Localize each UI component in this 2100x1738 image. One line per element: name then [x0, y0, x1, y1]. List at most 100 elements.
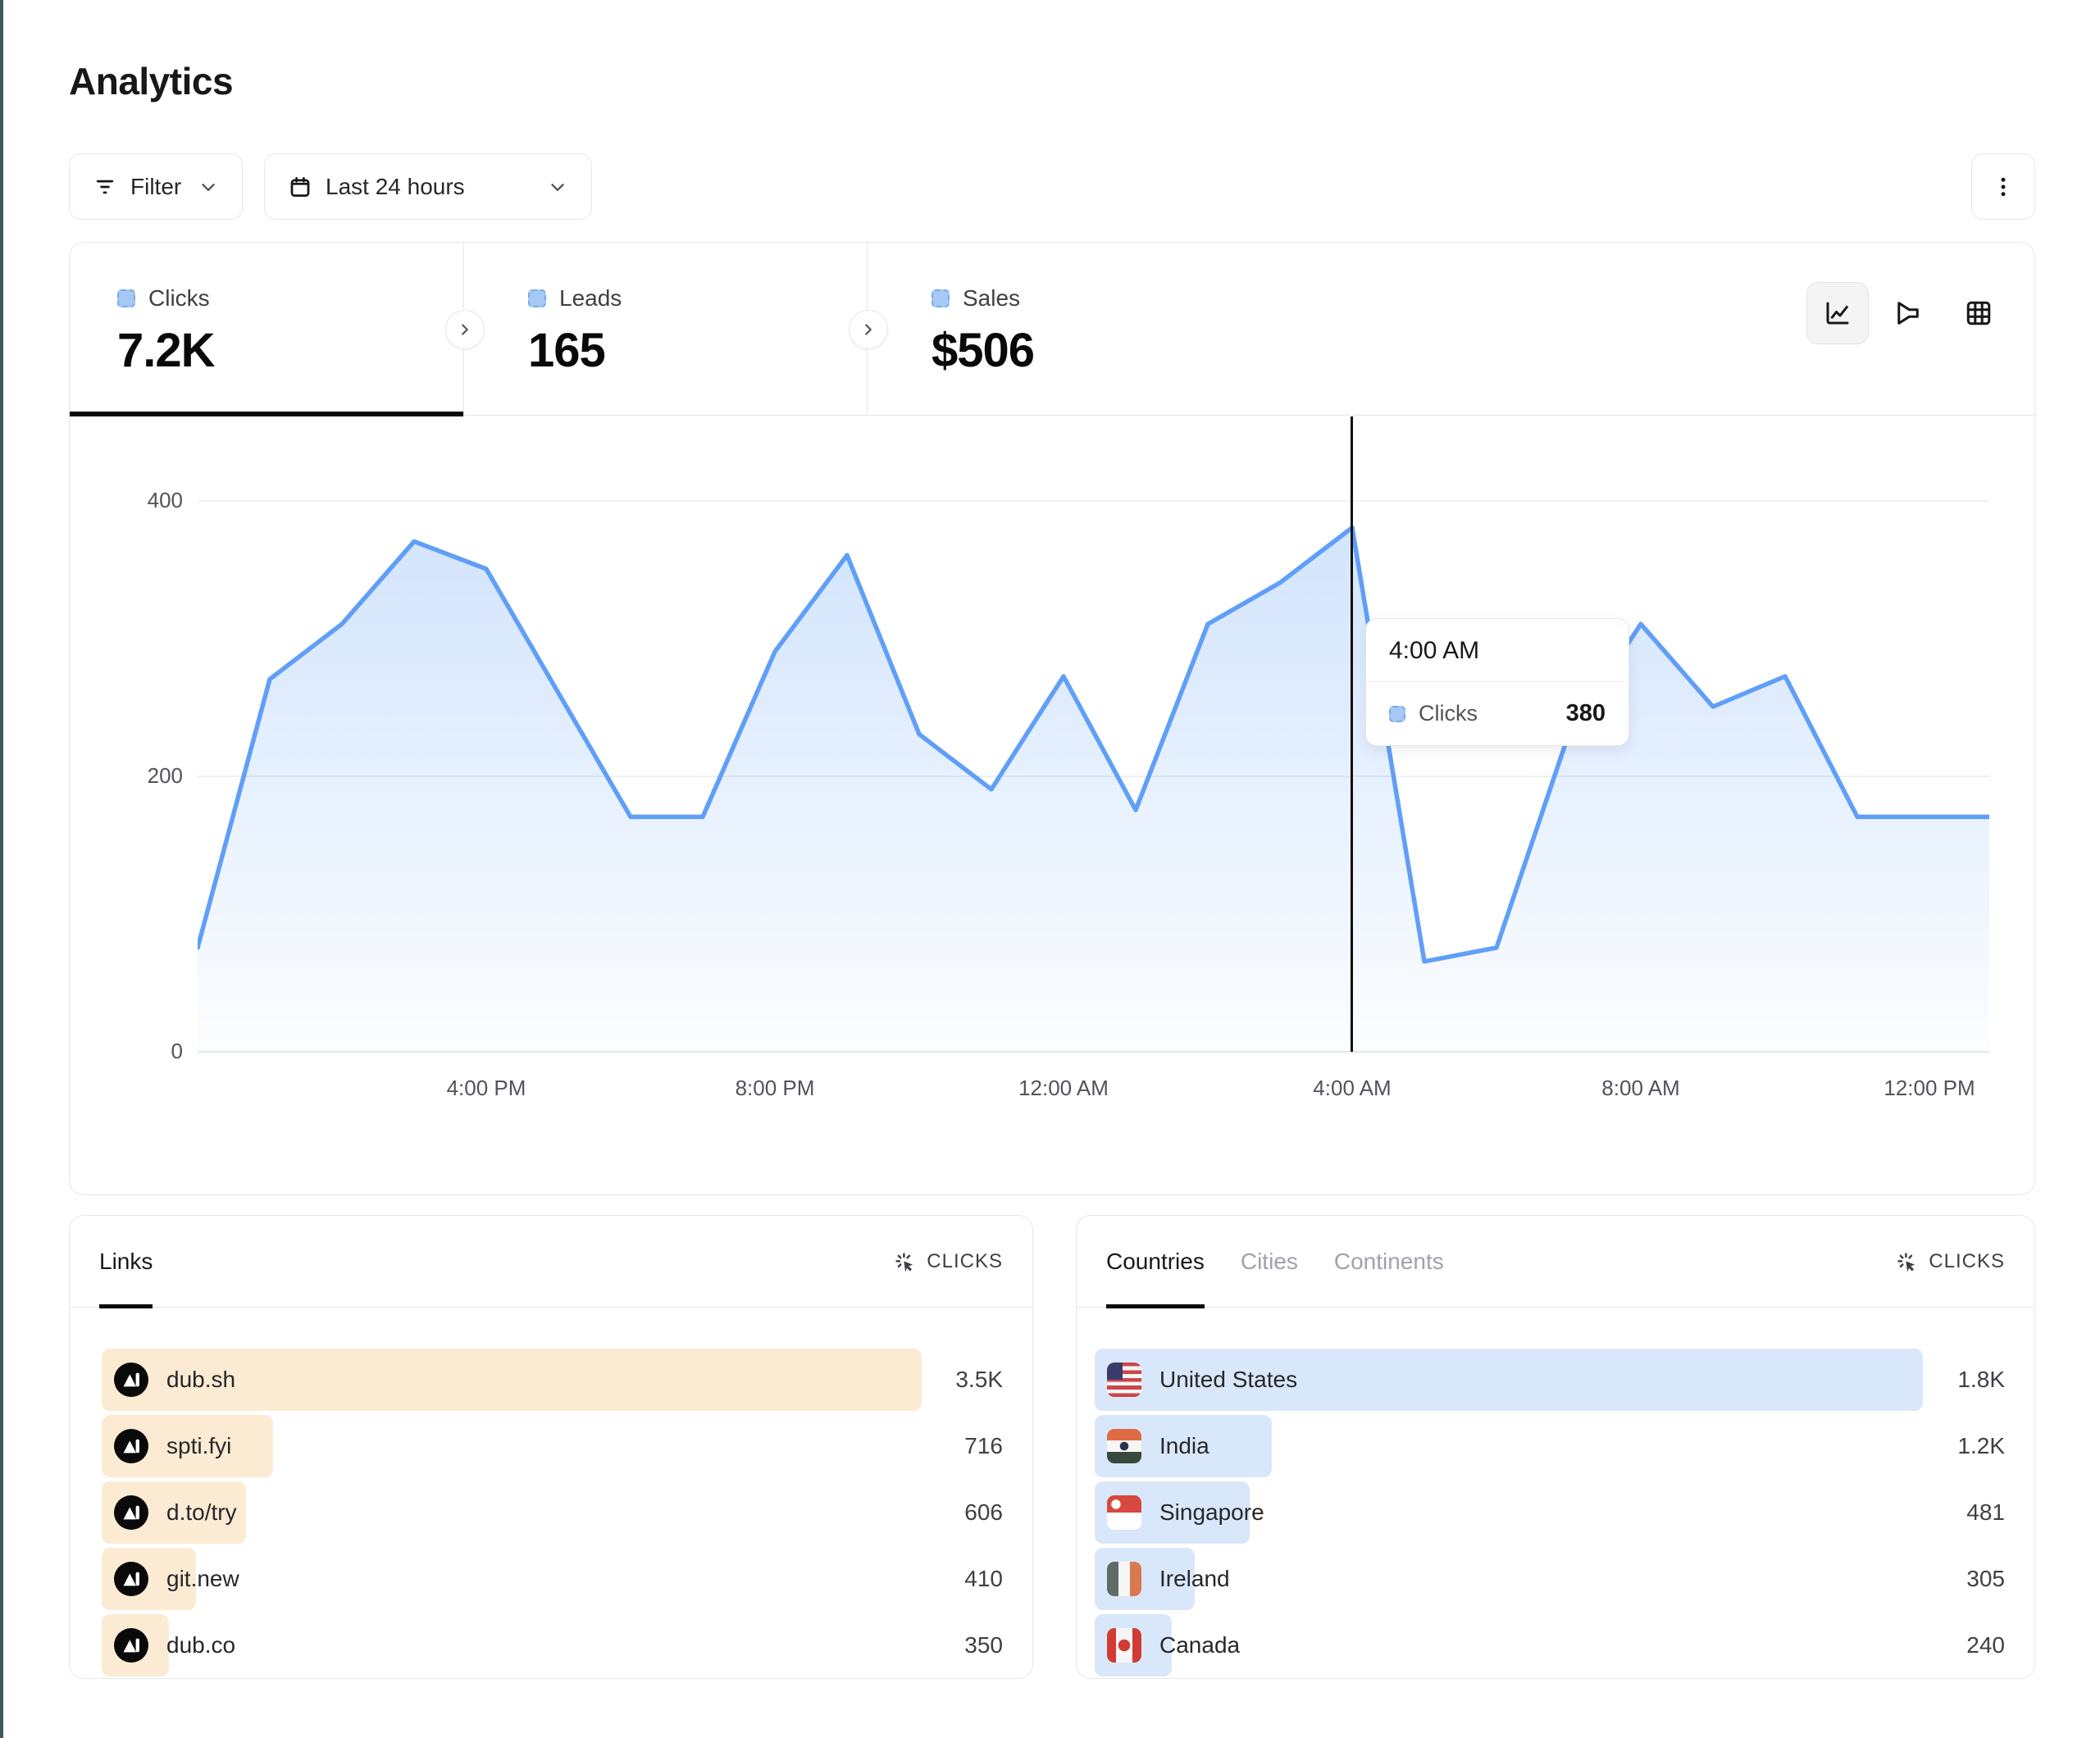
stat-label: Leads — [559, 285, 622, 312]
tab-label: Links — [99, 1249, 153, 1275]
flag-sg-icon — [1107, 1495, 1141, 1530]
line-chart-toggle-button[interactable] — [1806, 282, 1869, 344]
row-value: 350 — [964, 1632, 1003, 1658]
dub-logo-icon — [114, 1363, 148, 1397]
kebab-menu-icon — [1991, 175, 2016, 199]
tab-label: Cities — [1241, 1249, 1298, 1275]
analytics-chart-card: Clicks 7.2K Leads 165 Sales $506 — [69, 242, 2035, 1195]
row-label: Singapore — [1159, 1499, 1264, 1526]
filter-button-label: Filter — [130, 174, 181, 200]
calendar-icon — [288, 175, 312, 199]
page-title: Analytics — [69, 59, 233, 103]
clicks-legend-square-icon — [1389, 706, 1405, 722]
stat-label: Sales — [963, 285, 1020, 312]
chart-area-fill — [198, 528, 1989, 1051]
list-item-canada[interactable]: Canada240 — [1095, 1614, 2005, 1677]
date-range-label: Last 24 hours — [326, 174, 465, 200]
chart-tooltip: 4:00 AM Clicks 380 — [1365, 618, 1629, 746]
tab-countries[interactable]: Countries — [1106, 1216, 1205, 1307]
flag-ca-icon — [1107, 1628, 1141, 1663]
list-item-dub-co[interactable]: dub.co350 — [102, 1614, 1003, 1677]
sales-legend-square-icon — [932, 289, 950, 307]
row-label: Canada — [1159, 1632, 1240, 1658]
filter-button[interactable]: Filter — [69, 153, 243, 220]
flag-us-icon — [1107, 1363, 1141, 1397]
row-label: Ireland — [1159, 1566, 1230, 1592]
table-grid-toggle-button[interactable] — [1947, 282, 2010, 344]
dub-logo-icon — [114, 1495, 148, 1530]
row-label: United States — [1159, 1367, 1297, 1393]
funnel-chart-toggle-button[interactable] — [1877, 282, 1939, 344]
dub-logo-icon — [114, 1429, 148, 1463]
chevron-down-icon — [547, 176, 568, 198]
list-item-united-states[interactable]: United States 1.8K — [1095, 1349, 2005, 1411]
countries-panel: Countries Cities Continents CLICKS United … — [1076, 1215, 2035, 1679]
filter-icon — [93, 175, 117, 199]
dub-logo-icon — [114, 1628, 148, 1663]
row-value: 481 — [1966, 1499, 2005, 1526]
list-item-d-to-try[interactable]: d.to/try 606 — [102, 1481, 1003, 1544]
left-edge-strip — [0, 0, 3, 1738]
tab-continents[interactable]: Continents — [1334, 1216, 1444, 1307]
x-axis-tick-label: 8:00 AM — [1559, 1076, 1723, 1101]
more-options-button[interactable] — [1971, 153, 2035, 220]
x-axis-tick-label: 8:00 PM — [693, 1076, 857, 1101]
y-axis-tick-label: 200 — [70, 762, 183, 789]
chart-type-toggles — [1806, 282, 2010, 344]
tab-cities[interactable]: Cities — [1241, 1216, 1298, 1307]
chevron-right-icon — [456, 321, 474, 339]
row-value: 1.2K — [1957, 1433, 2005, 1459]
leads-value: 165 — [528, 323, 867, 378]
list-item-spti-fyi[interactable]: spti.fyi 716 — [102, 1415, 1003, 1477]
tab-clicks[interactable]: Clicks 7.2K — [70, 243, 464, 415]
tab-label: Continents — [1334, 1249, 1444, 1275]
x-axis-tick-label: 4:00 AM — [1270, 1076, 1434, 1101]
x-axis-tick-label: 4:00 PM — [404, 1076, 568, 1101]
links-panel: Links CLICKS dub.sh3.5K spti.fyi 716 d.to/t… — [69, 1215, 1033, 1679]
clicks-value: 7.2K — [117, 323, 463, 378]
y-axis-tick-label: 400 — [70, 487, 183, 513]
chart-hover-crosshair — [1351, 416, 1353, 1052]
x-axis-tick-label: 12:00 PM — [1847, 1076, 2011, 1101]
cursor-click-icon — [892, 1249, 917, 1274]
table-grid-icon — [1964, 298, 1993, 328]
list-item-ireland[interactable]: Ireland 305 — [1095, 1548, 2005, 1610]
chevron-right-icon — [859, 321, 877, 339]
y-axis-tick-label: 0 — [70, 1038, 183, 1064]
metric-label: CLICKS — [1929, 1250, 2005, 1273]
chevron-down-icon — [198, 176, 219, 198]
funnel-chart-icon — [1893, 298, 1923, 328]
next-metric-chevron-button[interactable] — [849, 310, 888, 349]
flag-in-icon — [1107, 1429, 1141, 1463]
row-label: India — [1159, 1433, 1209, 1459]
row-value: 410 — [964, 1566, 1003, 1592]
tooltip-time: 4:00 AM — [1366, 619, 1629, 682]
metric-label: CLICKS — [927, 1250, 1003, 1273]
row-value: 716 — [964, 1433, 1003, 1459]
stat-label: Clicks — [148, 285, 210, 312]
cursor-click-icon — [1894, 1249, 1919, 1274]
x-axis-tick-label: 12:00 AM — [982, 1076, 1146, 1101]
tab-leads[interactable]: Leads 165 — [464, 243, 868, 415]
tooltip-value: 380 — [1566, 700, 1606, 727]
next-metric-chevron-button[interactable] — [445, 310, 485, 349]
row-value: 305 — [1966, 1566, 2005, 1592]
links-metric-selector[interactable]: CLICKS — [892, 1249, 1003, 1274]
row-label: d.to/try — [166, 1499, 237, 1526]
list-item-dub-sh[interactable]: dub.sh3.5K — [102, 1349, 1003, 1411]
row-value: 1.8K — [1957, 1367, 2005, 1393]
flag-ie-icon — [1107, 1562, 1141, 1596]
countries-metric-selector[interactable]: CLICKS — [1894, 1249, 2005, 1274]
list-item-india[interactable]: India 1.2K — [1095, 1415, 2005, 1477]
stats-tabs-row: Clicks 7.2K Leads 165 Sales $506 — [70, 243, 2034, 416]
tab-label: Countries — [1106, 1249, 1205, 1275]
tab-links[interactable]: Links — [99, 1216, 153, 1307]
row-value: 606 — [964, 1499, 1003, 1526]
leads-legend-square-icon — [528, 289, 546, 307]
date-range-button[interactable]: Last 24 hours — [264, 153, 592, 220]
row-label: dub.sh — [166, 1367, 235, 1393]
list-item-git-new[interactable]: git.new410 — [102, 1548, 1003, 1610]
area-chart-svg — [198, 500, 1989, 1054]
row-label: spti.fyi — [166, 1433, 231, 1459]
list-item-singapore[interactable]: Singapore 481 — [1095, 1481, 2005, 1544]
